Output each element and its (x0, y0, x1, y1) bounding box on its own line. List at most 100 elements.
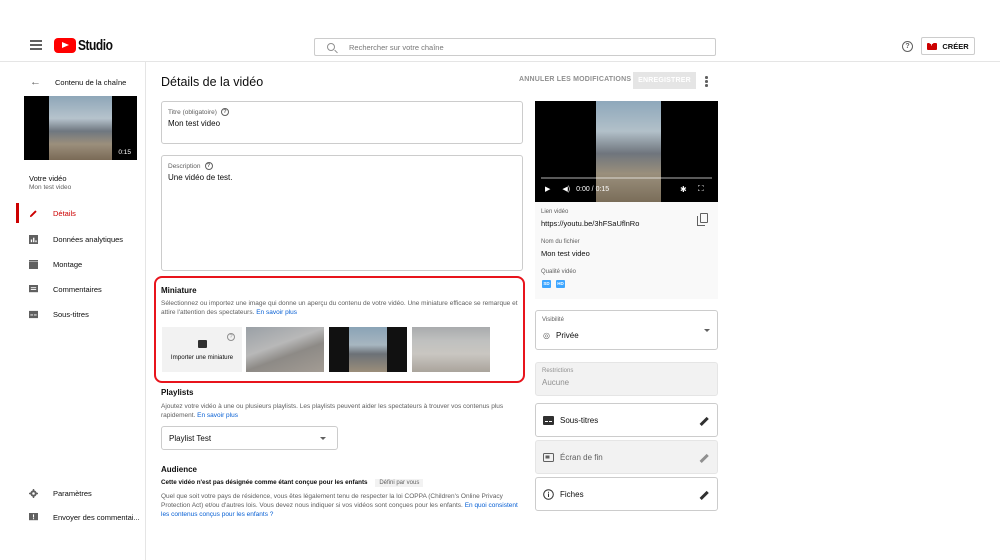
gear-icon (29, 488, 38, 498)
sidebar-item-settings[interactable]: Paramètres (0, 481, 146, 505)
description-field[interactable]: Description ? Une vidéo de test. (161, 155, 523, 271)
playlists-learn-more-link[interactable]: En savoir plus (197, 412, 238, 419)
search-icon (327, 43, 335, 51)
description-field-label-row: Description ? (168, 162, 213, 170)
thumbnail-option-3[interactable] (412, 327, 490, 372)
upload-thumbnail-label: Importer une miniature (170, 354, 234, 361)
search-input[interactable]: Rechercher sur votre chaîne (314, 38, 716, 56)
sidebar-item-label: Paramètres (53, 488, 92, 498)
audience-heading: Audience (161, 465, 198, 474)
create-video-icon (927, 41, 938, 50)
thumbnail-description-text: Sélectionnez ou importez une image qui d… (161, 300, 518, 316)
sidebar-item-feedback[interactable]: Envoyer des commentai... (0, 505, 146, 529)
dropdown-caret-icon (320, 437, 326, 440)
edit-pencil-icon[interactable] (699, 490, 709, 500)
help-icon[interactable]: ? (204, 162, 213, 170)
restrictions-box: Restrictions Aucune (535, 362, 718, 396)
fullscreen-icon[interactable]: ⛶ (698, 184, 704, 194)
analytics-icon (29, 234, 38, 244)
help-icon[interactable]: ? (902, 41, 913, 52)
feedback-icon (29, 512, 38, 520)
video-duration: 0:15 (115, 148, 134, 157)
sidebar-item-subtitles[interactable]: Sous-titres (0, 302, 146, 326)
pencil-icon (29, 209, 37, 217)
settings-gear-icon[interactable]: ✱ (680, 185, 687, 194)
thumbnail-option-2[interactable] (329, 327, 407, 372)
video-link[interactable]: https://youtu.be/3hFSaUflnRo (541, 219, 639, 228)
playlists-heading: Playlists (161, 388, 194, 397)
end-screen-icon (543, 452, 554, 462)
play-icon[interactable]: ▶ (545, 185, 550, 193)
description-field-label: Description (168, 162, 201, 170)
video-thumbnail[interactable]: 0:15 (24, 96, 137, 160)
sidebar-item-label: Commentaires (53, 284, 102, 294)
audience-status-text: Cette vidéo n'est pas désignée comme éta… (161, 479, 368, 486)
create-label: CRÉER (942, 41, 969, 51)
sidebar-item-label: Données analytiques (53, 234, 124, 244)
playlists-description: Ajoutez votre vidéo à une ou plusieurs p… (161, 402, 521, 420)
copy-icon[interactable] (697, 213, 708, 226)
logo-text: Studio (78, 37, 113, 54)
end-screen-row: Écran de fin (535, 440, 718, 474)
thumbnail-heading: Miniature (161, 286, 197, 295)
sidebar-item-comments[interactable]: Commentaires (0, 277, 146, 301)
sidebar-item-label: Envoyer des commentai... (53, 512, 140, 522)
visibility-label: Visibilité (542, 317, 564, 323)
comment-icon (29, 284, 38, 292)
subtitles-icon (543, 415, 554, 425)
sidebar-item-label: Montage (53, 259, 83, 269)
video-title-label: Votre vidéo (29, 174, 67, 183)
back-arrow-icon: ← (30, 76, 41, 88)
save-button[interactable]: ENREGISTRER (633, 72, 696, 89)
upload-thumbnail-button[interactable]: ? Importer une miniature (162, 327, 242, 372)
audience-description: Quel que soit votre pays de résidence, v… (161, 492, 523, 519)
edit-pencil-icon[interactable] (699, 416, 709, 426)
quality-badge-hd: HD (556, 280, 565, 288)
video-controls: ▶ ◀) 0:00 / 0:15 (545, 185, 610, 194)
restrictions-value: Aucune (542, 378, 570, 387)
volume-icon[interactable]: ◀) (562, 185, 570, 193)
title-field[interactable]: Titre (obligatoire) ? Mon test video (161, 101, 523, 144)
page-title: Détails de la vidéo (161, 75, 264, 89)
audience-badge: Défini par vous (375, 479, 424, 487)
clapper-icon (29, 259, 38, 269)
hamburger-menu-icon[interactable] (30, 40, 42, 50)
create-button[interactable]: CRÉER (921, 37, 975, 55)
sidebar-item-editor[interactable]: Montage (0, 252, 146, 276)
video-progress-bar[interactable] (541, 177, 712, 179)
eye-off-icon: ◎ (543, 331, 550, 340)
file-name-value: Mon test video (541, 249, 590, 258)
studio-logo[interactable]: Studio (54, 37, 121, 54)
description-field-value: Une vidéo de test. (168, 173, 233, 182)
youtube-play-icon (54, 38, 76, 53)
info-icon (543, 488, 554, 500)
add-image-icon (198, 340, 207, 348)
end-screen-label: Écran de fin (560, 452, 603, 462)
thumbnail-option-1[interactable] (246, 327, 324, 372)
quality-badge-sd: SD (542, 280, 551, 288)
back-to-content-link[interactable]: ← Contenu de la chaîne (30, 76, 126, 88)
sidebar-item-analytics[interactable]: Données analytiques (0, 227, 146, 251)
edit-pencil-icon (699, 453, 709, 463)
visibility-value: Privée (556, 331, 579, 340)
help-icon[interactable]: ? (220, 108, 229, 116)
audience-description-text: Quel que soit votre pays de résidence, v… (161, 493, 503, 509)
thumbnail-option-2-image (349, 327, 387, 372)
subtitles-label: Sous-titres (560, 415, 599, 425)
thumbnail-learn-more-link[interactable]: En savoir plus (256, 309, 297, 316)
title-field-label-row: Titre (obligatoire) ? (168, 108, 229, 116)
title-field-label: Titre (obligatoire) (168, 108, 217, 116)
more-options-icon[interactable] (705, 76, 708, 88)
visibility-select[interactable]: Visibilité ◎ Privée (535, 310, 718, 350)
undo-changes-button[interactable]: ANNULER LES MODIFICATIONS (519, 76, 631, 83)
sidebar-item-details[interactable]: Détails (0, 201, 146, 225)
video-time: 0:00 / 0:15 (576, 185, 610, 193)
help-icon[interactable]: ? (227, 333, 235, 341)
sidebar-item-label: Sous-titres (53, 309, 89, 319)
cards-row[interactable]: Fiches (535, 477, 718, 511)
subtitles-row[interactable]: Sous-titres (535, 403, 718, 437)
playlist-select[interactable]: Playlist Test (161, 426, 338, 450)
video-player[interactable]: ▶ ◀) 0:00 / 0:15 ✱ ⛶ (535, 101, 718, 202)
back-label: Contenu de la chaîne (55, 77, 127, 87)
video-quality-label: Qualité vidéo (541, 269, 577, 275)
